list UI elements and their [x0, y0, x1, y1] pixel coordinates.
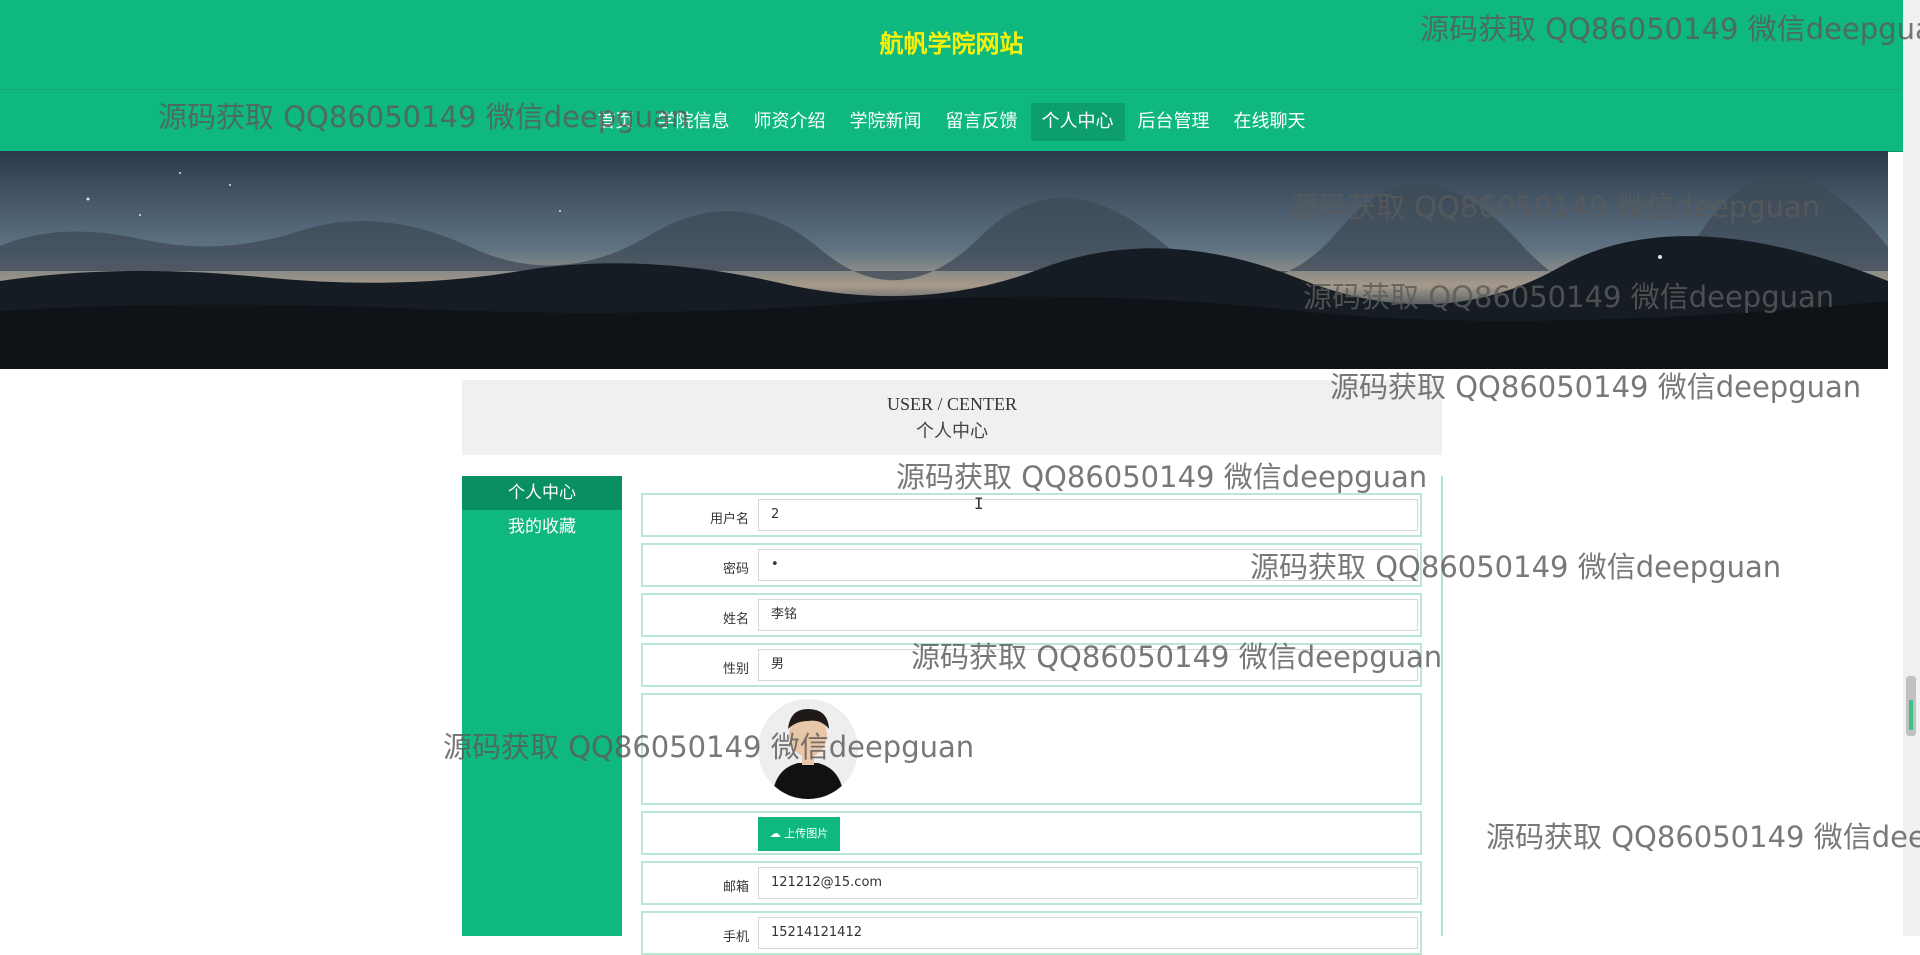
password-row: 密码 •: [641, 543, 1422, 587]
watermark: 源码获取 QQ86050149 微信deepguan: [1486, 820, 1920, 854]
sidebar: 个人中心 我的收藏: [462, 476, 622, 936]
content-border: [1441, 476, 1443, 936]
nav-personal-center[interactable]: 个人中心: [1030, 103, 1125, 141]
avatar-image: [758, 699, 858, 799]
name-input[interactable]: 李铭: [758, 599, 1418, 631]
banner-image: [0, 151, 1888, 369]
site-title: 航帆学院网站: [879, 30, 1024, 58]
upload-button-label: 上传图片: [784, 827, 829, 840]
cloud-upload-icon: ☁: [769, 827, 781, 840]
avatar-row: [641, 693, 1422, 805]
username-label: 用户名: [709, 512, 749, 527]
scrollbar-accent: [1909, 700, 1913, 730]
upload-row: ☁ 上传图片: [641, 811, 1422, 855]
gender-row: 性别 男: [641, 643, 1422, 687]
nav-feedback[interactable]: 留言反馈: [935, 103, 1029, 141]
email-row: 邮箱 121212@15.com: [641, 861, 1422, 905]
phone-input[interactable]: 15214121412: [758, 917, 1418, 949]
username-input[interactable]: 2: [758, 499, 1418, 531]
nav-admin[interactable]: 后台管理: [1127, 103, 1221, 141]
site-header: 航帆学院网站 首页 学院信息 师资介绍 学院新闻 留言反馈 个人中心 后台管理 …: [0, 0, 1903, 152]
nav-divider: [0, 89, 1903, 90]
sidebar-item-personal-center[interactable]: 个人中心: [462, 476, 622, 510]
password-label: 密码: [722, 562, 749, 577]
phone-row: 手机 15214121412: [641, 911, 1422, 955]
section-header: USER / CENTER 个人中心: [462, 380, 1442, 455]
nav-faculty[interactable]: 师资介绍: [743, 103, 837, 141]
sidebar-item-favorites[interactable]: 我的收藏: [462, 510, 622, 544]
section-title-cn: 个人中心: [916, 421, 988, 442]
username-row: 用户名 2: [641, 493, 1422, 537]
nav-news[interactable]: 学院新闻: [839, 103, 933, 141]
watermark: 源码获取 QQ86050149 微信deepguan: [896, 460, 1428, 494]
email-input[interactable]: 121212@15.com: [758, 867, 1418, 899]
name-row: 姓名 李铭: [641, 593, 1422, 637]
text-cursor-icon: I: [974, 494, 984, 513]
password-input[interactable]: •: [758, 549, 1418, 581]
gender-select[interactable]: 男: [758, 649, 1418, 681]
banner-landscape: [0, 151, 1888, 369]
avatar: [758, 699, 858, 799]
main-nav: 首页 学院信息 师资介绍 学院新闻 留言反馈 个人中心 后台管理 在线聊天: [0, 103, 1903, 141]
nav-home[interactable]: 首页: [587, 103, 645, 141]
section-title-en: USER / CENTER: [886, 394, 1017, 414]
page-scrollbar[interactable]: [1903, 0, 1920, 936]
email-label: 邮箱: [722, 880, 749, 895]
gender-label: 性别: [722, 662, 749, 677]
nav-college-info[interactable]: 学院信息: [647, 103, 741, 141]
name-label: 姓名: [722, 612, 749, 627]
upload-button[interactable]: ☁ 上传图片: [758, 817, 840, 851]
nav-chat[interactable]: 在线聊天: [1223, 103, 1317, 141]
